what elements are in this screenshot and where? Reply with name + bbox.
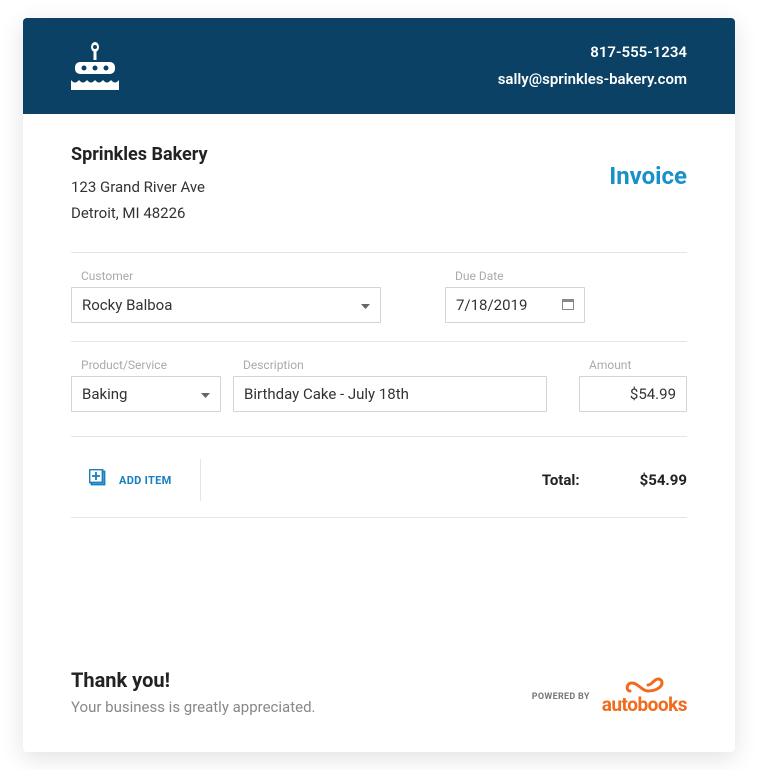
company-name: Sprinkles Bakery: [71, 144, 208, 165]
divider: [71, 436, 687, 437]
cake-icon: [71, 40, 119, 92]
invoice-header: 817-555-1234 sally@sprinkles-bakery.com: [23, 18, 735, 114]
chevron-down-icon: [201, 385, 210, 403]
customer-value: Rocky Balboa: [82, 296, 172, 314]
add-item-button[interactable]: ADD ITEM: [71, 459, 201, 501]
thank-you-sub: Your business is greatly appreciated.: [71, 698, 315, 716]
add-item-icon: [89, 469, 107, 491]
invoice-body: Sprinkles Bakery 123 Grand River Ave Det…: [23, 114, 735, 752]
customer-label: Customer: [71, 269, 381, 283]
customer-field[interactable]: Customer Rocky Balboa: [71, 269, 381, 323]
amount-field[interactable]: Amount $54.99: [579, 358, 687, 412]
total-label: Total:: [542, 471, 640, 489]
chevron-down-icon: [361, 296, 370, 314]
due-date-field[interactable]: Due Date 7/18/2019: [445, 269, 585, 323]
amount-value: $54.99: [630, 385, 676, 403]
thank-you-title: Thank you!: [71, 668, 315, 692]
autobooks-logo: autobooks: [602, 677, 687, 716]
calendar-icon: [562, 296, 574, 314]
company-address: 123 Grand River Ave: [71, 175, 208, 201]
description-value: Birthday Cake - July 18th: [244, 385, 409, 403]
divider: [71, 252, 687, 253]
contact-block: 817-555-1234 sally@sprinkles-bakery.com: [498, 39, 687, 93]
invoice-title: Invoice: [609, 162, 687, 190]
amount-label: Amount: [579, 358, 687, 372]
product-label: Product/Service: [71, 358, 221, 372]
product-field[interactable]: Product/Service Baking: [71, 358, 221, 412]
contact-email: sally@sprinkles-bakery.com: [498, 66, 687, 93]
autobooks-brand-text: autobooks: [602, 693, 687, 716]
product-value: Baking: [82, 385, 127, 403]
due-date-label: Due Date: [445, 269, 585, 283]
description-label: Description: [233, 358, 547, 372]
total-value: $54.99: [640, 471, 687, 489]
description-field[interactable]: Description Birthday Cake - July 18th: [233, 358, 547, 412]
company-block: Sprinkles Bakery 123 Grand River Ave Det…: [71, 144, 208, 226]
divider: [71, 517, 687, 518]
invoice-card: 817-555-1234 sally@sprinkles-bakery.com …: [23, 18, 735, 752]
divider: [71, 341, 687, 342]
powered-by-label: POWERED BY: [532, 692, 590, 702]
add-item-label: ADD ITEM: [119, 474, 172, 487]
company-city-state-zip: Detroit, MI 48226: [71, 201, 208, 227]
thank-you-block: Thank you! Your business is greatly appr…: [71, 668, 315, 716]
contact-phone: 817-555-1234: [498, 39, 687, 66]
powered-by-block: POWERED BY autobooks: [532, 677, 687, 716]
due-date-value: 7/18/2019: [456, 296, 527, 314]
